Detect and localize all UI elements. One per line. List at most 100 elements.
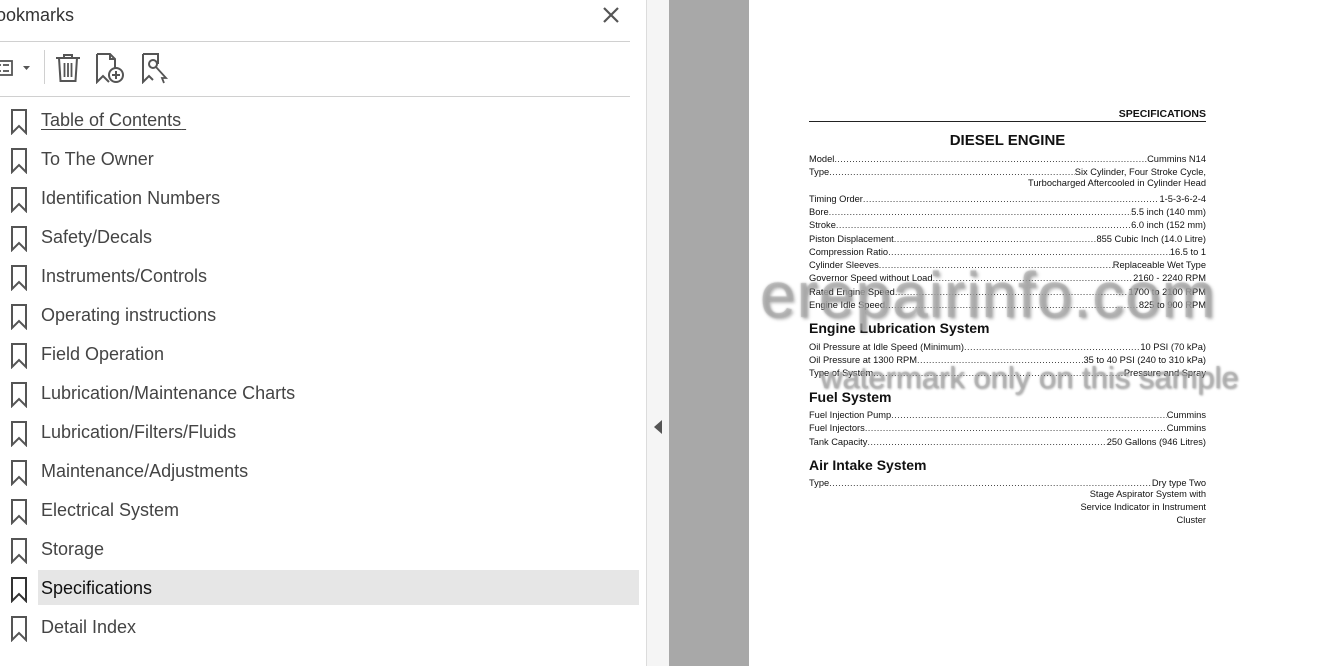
- spec-row: Fuel Injectors Cummins: [809, 420, 1206, 433]
- spec-value: 5.5 inch (140 mm): [1131, 207, 1206, 217]
- bookmark-icon: [11, 343, 27, 369]
- bookmark-label: Lubrication/Maintenance Charts: [41, 383, 296, 403]
- spec-label: Fuel Injection Pump: [809, 410, 892, 420]
- bookmark-icon: [11, 499, 27, 525]
- bookmark-item-selected[interactable]: Specifications: [0, 570, 640, 609]
- watermark-text: erepairinfo.com: [760, 259, 1217, 331]
- spec-value: 250 Gallons (946 Litres): [1106, 437, 1206, 447]
- leader-dots: [836, 220, 1131, 230]
- bookmark-item[interactable]: Lubrication/Filters/Fluids: [0, 414, 640, 453]
- bookmark-item[interactable]: Electrical System: [0, 492, 640, 531]
- spec-label: Stroke: [809, 220, 836, 230]
- bookmark-item[interactable]: To The Owner: [0, 141, 640, 180]
- bookmark-item[interactable]: Maintenance/Adjustments: [0, 453, 640, 492]
- spec-value: 16.5 to 1: [1169, 247, 1206, 257]
- delete-bookmark-button[interactable]: [54, 52, 82, 84]
- spec-value-continued: Turbocharged Aftercooled in Cylinder Hea…: [1028, 178, 1206, 188]
- spec-value: Six Cylinder, Four Stroke Cycle,: [1074, 167, 1206, 177]
- leader-dots: [964, 342, 1140, 352]
- leader-dots: [867, 437, 1106, 447]
- spec-row: Type Dry type Two: [809, 475, 1206, 488]
- spec-label: Timing Order: [809, 194, 863, 204]
- spec-value: Cummins: [1166, 423, 1206, 433]
- spec-value: Cummins N14: [1147, 154, 1206, 164]
- spec-value-continued: Stage Aspirator System with: [1089, 489, 1206, 499]
- spec-value: 1-5-3-6-2-4: [1159, 194, 1206, 204]
- bookmark-icon: [11, 226, 27, 252]
- leader-dots: [894, 234, 1097, 244]
- bookmark-item[interactable]: Operating instructions: [0, 297, 640, 336]
- bookmark-label: Specifications: [41, 578, 153, 598]
- bookmark-options-button[interactable]: [0, 52, 34, 84]
- spec-value: Cummins: [1166, 410, 1206, 420]
- spec-label: Piston Displacement: [809, 234, 894, 244]
- spec-label: Type: [809, 167, 830, 177]
- bookmark-item[interactable]: Detail Index: [0, 609, 640, 648]
- leader-dots: [863, 194, 1160, 204]
- new-bookmark-button[interactable]: [94, 52, 126, 85]
- bookmark-item[interactable]: Safety/Decals: [0, 219, 640, 258]
- bookmark-label: Identification Numbers: [41, 188, 221, 208]
- spec-label: Bore: [809, 207, 829, 217]
- bookmark-icon: [11, 148, 27, 174]
- spec-label: Tank Capacity: [809, 437, 868, 447]
- bookmark-item[interactable]: Identification Numbers: [0, 180, 640, 219]
- bookmark-icon: [11, 109, 27, 135]
- bookmark-item[interactable]: Lubrication/Maintenance Charts: [0, 375, 640, 414]
- bookmark-label: Field Operation: [41, 344, 165, 364]
- spec-row: Type Six Cylinder, Four Stroke Cycle,: [809, 164, 1206, 177]
- bookmark-label: Electrical System: [41, 500, 180, 520]
- spec-row: Tank Capacity 250 Gallons (946 Litres): [809, 434, 1206, 447]
- spec-label: Oil Pressure at Idle Speed (Minimum): [809, 342, 965, 352]
- collapse-panel-arrow-icon[interactable]: [653, 419, 663, 435]
- bookmark-icon: [11, 460, 27, 486]
- spec-label: Model: [809, 154, 835, 164]
- spec-value-continued: Cluster: [1176, 515, 1206, 525]
- bookmark-item[interactable]: Instruments/Controls: [0, 258, 640, 297]
- page-section-header: SPECIFICATIONS: [1118, 108, 1206, 120]
- spec-value: 10 PSI (70 kPa): [1140, 342, 1206, 352]
- bookmark-item[interactable]: Storage: [0, 531, 640, 570]
- panel-splitter[interactable]: [646, 0, 669, 666]
- spec-value: Dry type Two: [1151, 478, 1206, 488]
- leader-dots: [834, 154, 1147, 164]
- spec-label: Fuel Injectors: [809, 423, 865, 433]
- bookmark-icon: [11, 304, 27, 330]
- bookmarks-panel: ookmarks Table of Contents To The Owner …: [0, 0, 646, 666]
- bookmark-icon: [11, 538, 27, 564]
- spec-label: Type: [809, 478, 830, 488]
- find-bookmark-button[interactable]: [138, 52, 170, 85]
- spec-value: 855 Cubic Inch (14.0 Litre): [1096, 234, 1206, 244]
- bookmark-item[interactable]: Table of Contents: [0, 102, 640, 141]
- leader-dots: [829, 207, 1131, 217]
- bookmark-label: Maintenance/Adjustments: [41, 461, 249, 481]
- bookmark-label: Instruments/Controls: [41, 266, 208, 286]
- bookmark-icon: [11, 265, 27, 291]
- panel-title: ookmarks: [0, 5, 75, 25]
- find-bookmark-icon: [142, 53, 169, 85]
- leader-dots: [865, 423, 1167, 433]
- bookmark-label: Storage: [41, 539, 105, 559]
- bookmark-list: Table of Contents To The Owner Identific…: [0, 102, 640, 648]
- divider: [0, 41, 630, 42]
- bookmark-label: Safety/Decals: [41, 227, 153, 247]
- spec-row: Bore 5.5 inch (140 mm): [809, 204, 1206, 217]
- bookmark-icon: [11, 577, 27, 603]
- bookmark-label: Table of Contents: [41, 110, 182, 130]
- close-panel-button[interactable]: [599, 3, 623, 27]
- close-icon: [603, 7, 619, 23]
- leader-dots: [888, 247, 1170, 257]
- document-background: [669, 0, 749, 666]
- spec-value-continued: Service Indicator in Instrument: [1080, 502, 1206, 512]
- spec-row: Piston Displacement 855 Cubic Inch (14.0…: [809, 231, 1206, 244]
- bookmark-icon: [11, 382, 27, 408]
- air-intake-heading: Air Intake System: [809, 457, 927, 473]
- divider: [0, 96, 630, 97]
- spec-row: Fuel Injection Pump Cummins: [809, 407, 1206, 420]
- bookmark-icon: [11, 616, 27, 642]
- spec-row: Compression Ratio 16.5 to 1: [809, 244, 1206, 257]
- bookmark-item[interactable]: Field Operation: [0, 336, 640, 375]
- trash-icon: [56, 54, 80, 82]
- bookmark-label: Lubrication/Filters/Fluids: [41, 422, 237, 442]
- bookmark-icon: [11, 421, 27, 447]
